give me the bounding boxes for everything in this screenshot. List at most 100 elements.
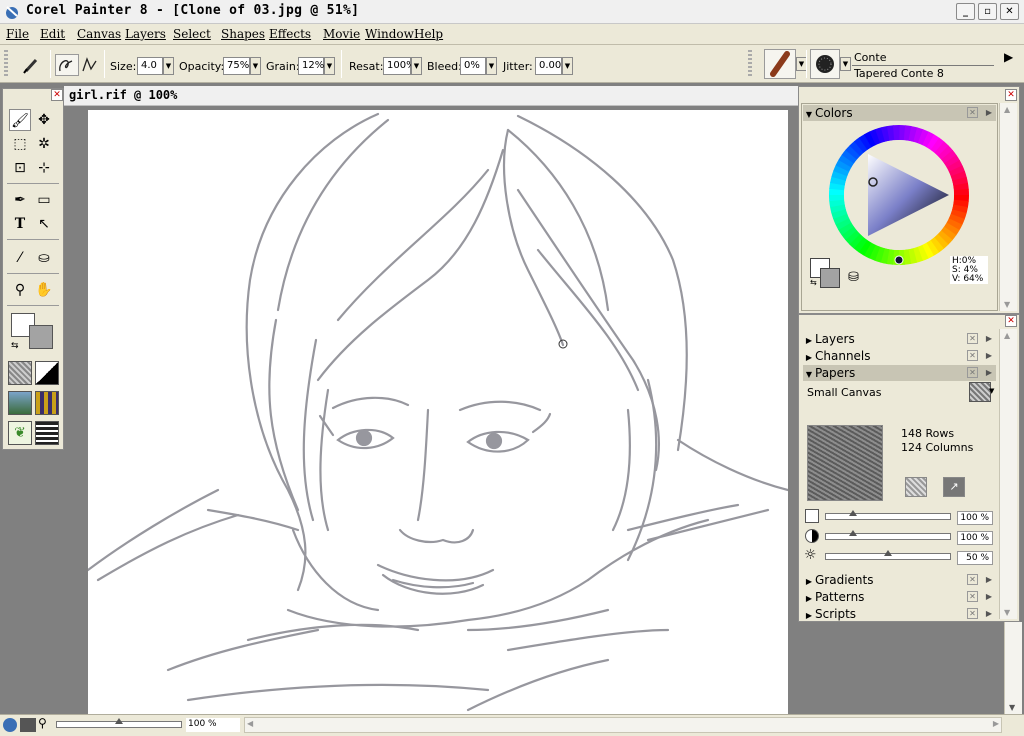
minimize-button[interactable]: _ <box>956 3 975 20</box>
directional-grain-icon[interactable]: ↗ <box>943 477 965 497</box>
brush-icon[interactable]: 🖌 <box>9 109 31 131</box>
paper-selector-icon[interactable] <box>8 361 32 385</box>
paper-brightness-slider[interactable] <box>825 550 951 560</box>
crop-icon[interactable]: ⊡ <box>9 157 31 179</box>
swap-icon[interactable]: ⇆ <box>810 278 817 287</box>
look-selector-icon[interactable]: ❦ <box>8 421 32 445</box>
bleed-dropdown-icon[interactable]: ▼ <box>486 57 497 75</box>
drawing-canvas[interactable] <box>86 110 790 714</box>
menu-edit[interactable]: Edit <box>40 27 65 41</box>
layers-close-icon[interactable]: ✕ <box>967 333 978 344</box>
size-dropdown-icon[interactable]: ▼ <box>163 57 174 75</box>
menu-window[interactable]: Window <box>365 27 414 41</box>
restore-button[interactable]: ▫ <box>978 3 997 20</box>
nozzle-selector-icon[interactable] <box>35 421 59 445</box>
app-vertical-scrollbar[interactable]: ▼ <box>1004 622 1022 714</box>
selection-adjuster-icon[interactable]: ⊹ <box>33 157 55 179</box>
slider-thumb[interactable] <box>115 718 123 724</box>
menu-movie[interactable]: Movie <box>323 27 360 41</box>
colors-close-icon[interactable]: ✕ <box>967 107 978 118</box>
close-button[interactable]: ✕ <box>1000 3 1019 20</box>
menu-canvas[interactable]: Canvas <box>77 27 121 41</box>
palettes-close-button[interactable]: ✕ <box>1005 315 1017 327</box>
magic-wand-icon[interactable]: ✲ <box>33 133 55 155</box>
layers-menu-arrow-icon[interactable]: ▶ <box>986 331 992 347</box>
text-tool-icon[interactable]: T <box>9 213 31 235</box>
brush-variant-dropdown-icon[interactable]: ▼ <box>840 57 851 71</box>
weaving-selector-icon[interactable] <box>35 391 59 415</box>
brush-category-name[interactable]: Conte <box>854 51 886 64</box>
paper-contrast-slider[interactable] <box>825 530 951 540</box>
colors-header[interactable]: ▼ Colors ✕ ▶ <box>803 105 996 121</box>
grain-dropdown-icon[interactable]: ▼ <box>324 57 335 75</box>
scripts-menu-arrow-icon[interactable]: ▶ <box>986 606 992 622</box>
slider-thumb[interactable] <box>884 550 892 556</box>
straight-line-stroke-icon[interactable] <box>78 54 102 76</box>
paint-bucket-icon[interactable]: ⛀ <box>33 247 55 269</box>
colors-palette-close-button[interactable]: ✕ <box>1005 89 1017 101</box>
shape-selection-icon[interactable]: ↖ <box>33 213 55 235</box>
paper-brightness-value[interactable]: 50 % <box>957 551 993 565</box>
bleed-field[interactable]: 0% <box>460 57 486 75</box>
toolbox-close-button[interactable]: ✕ <box>51 89 63 101</box>
paper-selector-button[interactable] <box>969 382 991 402</box>
paper-scale-value[interactable]: 100 % <box>957 511 993 525</box>
gradient-selector-icon[interactable] <box>35 361 59 385</box>
color-wheel[interactable] <box>828 124 970 266</box>
slider-thumb[interactable] <box>849 510 858 516</box>
jitter-field[interactable]: 0.00 <box>535 57 562 75</box>
colors-scrollbar[interactable]: ▲ ▼ <box>999 103 1017 311</box>
channels-menu-arrow-icon[interactable]: ▶ <box>986 348 992 364</box>
view-mode-icon[interactable] <box>20 718 36 732</box>
resat-field[interactable]: 100% <box>383 57 416 75</box>
patterns-close-icon[interactable]: ✕ <box>967 591 978 602</box>
brush-selector-expand-icon[interactable]: ▶ <box>1004 50 1013 64</box>
papers-close-icon[interactable]: ✕ <box>967 367 978 378</box>
scripts-close-icon[interactable]: ✕ <box>967 608 978 619</box>
grabber-hand-icon[interactable]: ✋ <box>33 279 55 301</box>
menu-layers[interactable]: Layers <box>125 27 166 41</box>
menu-help[interactable]: Help <box>414 27 443 41</box>
patterns-palette-header[interactable]: ▶ Patterns ✕ ▶ <box>803 589 996 605</box>
grain-field[interactable]: 12% <box>298 57 324 75</box>
dropper-icon[interactable]: ⁄ <box>9 247 31 269</box>
papers-palette-header[interactable]: ▼ Papers ✕ ▶ <box>803 365 996 381</box>
magnifier-icon[interactable]: ⚲ <box>9 279 31 301</box>
zoom-magnifier-icon[interactable]: ⚲ <box>38 716 47 730</box>
clone-color-stamp-icon[interactable]: ⛁ <box>848 270 859 285</box>
swap-colors-icon[interactable]: ⇆ <box>11 341 19 351</box>
brush-tool-icon[interactable] <box>20 54 44 76</box>
brush-variant-name[interactable]: Tapered Conte 8 <box>854 67 944 80</box>
patterns-menu-arrow-icon[interactable]: ▶ <box>986 589 992 605</box>
additional-color-swatch[interactable] <box>29 325 53 349</box>
document-title-bar[interactable]: girl.rif @ 100% <box>64 86 798 106</box>
additional-color-swatch-small[interactable] <box>820 268 840 288</box>
gradients-palette-header[interactable]: ▶ Gradients ✕ ▶ <box>803 572 996 588</box>
paper-dropdown-icon[interactable]: ▼ <box>989 387 994 395</box>
horizontal-scrollbar[interactable]: ◀ ▶ <box>244 717 1002 733</box>
opacity-field[interactable]: 75% <box>223 57 250 75</box>
palettes-scrollbar[interactable]: ▲ ▼ <box>999 329 1017 619</box>
scripts-palette-header[interactable]: ▶ Scripts ✕ ▶ <box>803 606 996 622</box>
paper-scale-slider[interactable] <box>825 510 951 520</box>
invert-paper-icon[interactable] <box>905 477 927 497</box>
menu-effects[interactable]: Effects <box>269 27 311 41</box>
layer-adjuster-icon[interactable]: ✥ <box>33 109 55 131</box>
rectangular-selection-icon[interactable]: ⬚ <box>9 133 31 155</box>
opacity-dropdown-icon[interactable]: ▼ <box>250 57 261 75</box>
layers-palette-header[interactable]: ▶ Layers ✕ ▶ <box>803 331 996 347</box>
gradients-close-icon[interactable]: ✕ <box>967 574 978 585</box>
gradients-menu-arrow-icon[interactable]: ▶ <box>986 572 992 588</box>
resat-dropdown-icon[interactable]: ▼ <box>411 57 422 75</box>
painter-status-icon[interactable] <box>3 718 17 732</box>
zoom-slider[interactable] <box>56 718 182 728</box>
paper-contrast-value[interactable]: 100 % <box>957 531 993 545</box>
brush-category-icon[interactable] <box>764 49 796 79</box>
toolbar-grip[interactable] <box>4 50 8 78</box>
zoom-value[interactable]: 100 % <box>186 718 240 732</box>
brush-variant-icon[interactable] <box>810 49 840 79</box>
pattern-selector-icon[interactable] <box>8 391 32 415</box>
colors-menu-arrow-icon[interactable]: ▶ <box>986 105 992 121</box>
channels-close-icon[interactable]: ✕ <box>967 350 978 361</box>
menu-select[interactable]: Select <box>173 27 211 41</box>
